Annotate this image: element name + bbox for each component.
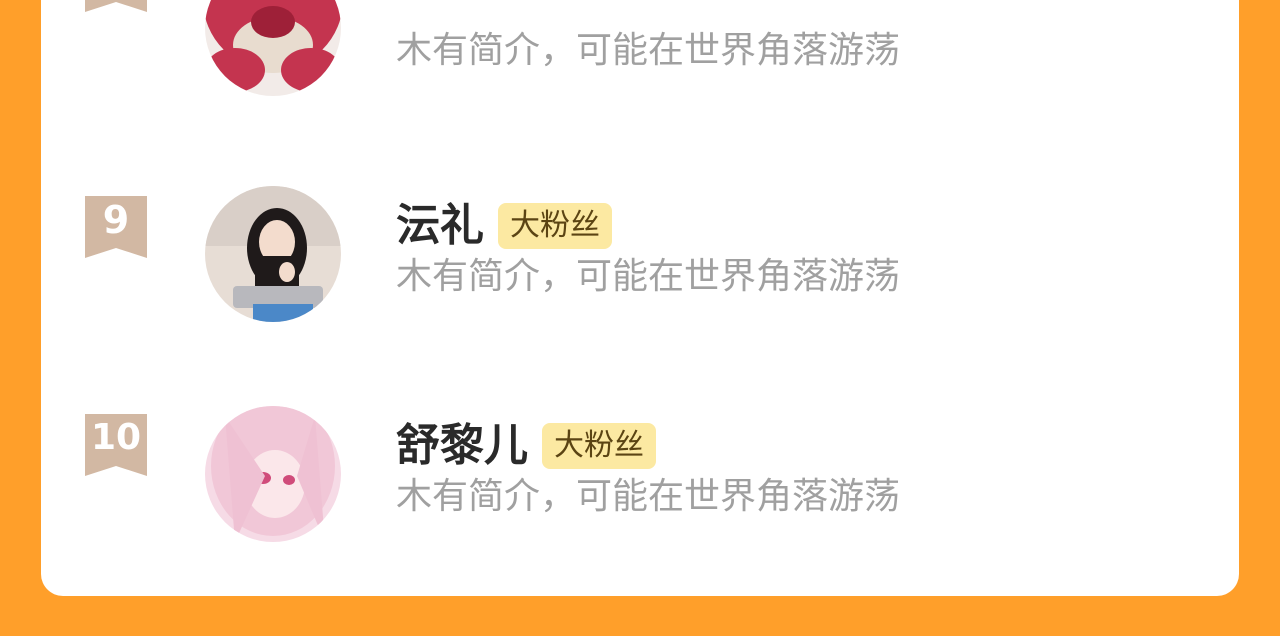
- rank-ribbon: 10: [85, 414, 147, 476]
- fan-name-line: 舒黎儿 大粉丝: [396, 416, 656, 476]
- rank-ribbon: 8: [85, 0, 147, 12]
- fan-bio: 木有简介，可能在世界角落游荡: [396, 256, 901, 297]
- fan-list-item[interactable]: 10 舒黎儿 大粉丝 木有简介，可能在世界角落游荡: [41, 406, 1239, 586]
- fan-name[interactable]: 沄礼: [396, 196, 484, 256]
- pink-bear-avatar[interactable]: [205, 0, 341, 96]
- fan-ranking-card: 8 木有简介，可能在世界角落游荡 9: [41, 0, 1239, 596]
- rank-number: 10: [90, 417, 142, 458]
- ribbon-icon: [85, 0, 147, 12]
- anime-girl-avatar[interactable]: [205, 406, 341, 542]
- rank-number: 9: [102, 198, 130, 242]
- fan-level-badge: 大粉丝: [498, 203, 612, 249]
- girl-photo-avatar[interactable]: [205, 186, 341, 322]
- fan-list-item[interactable]: 9 沄礼 大粉丝 木有简介，可能在世界角落游荡: [41, 186, 1239, 366]
- fan-name-line: 沄礼 大粉丝: [396, 196, 612, 256]
- fan-name[interactable]: 舒黎儿: [396, 416, 528, 476]
- fan-bio: 木有简介，可能在世界角落游荡: [396, 30, 901, 71]
- fan-level-badge: 大粉丝: [542, 423, 656, 469]
- fan-bio: 木有简介，可能在世界角落游荡: [396, 476, 901, 517]
- fan-list-item[interactable]: 8 木有简介，可能在世界角落游荡: [41, 0, 1239, 140]
- rank-ribbon: 9: [85, 196, 147, 258]
